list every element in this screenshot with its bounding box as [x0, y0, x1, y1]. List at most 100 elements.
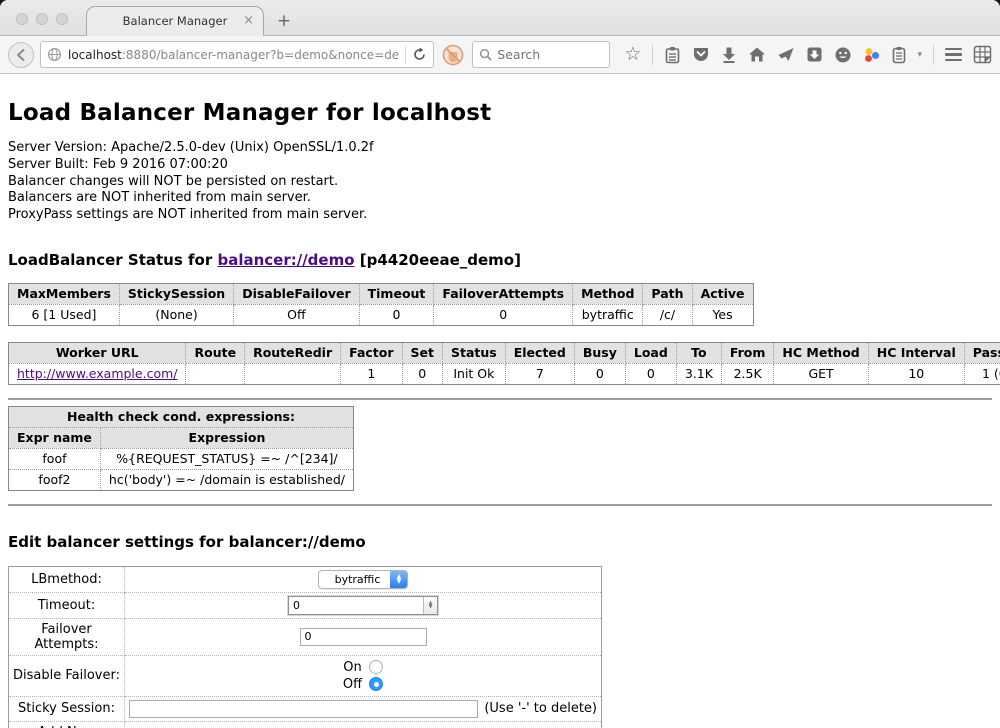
server-version-line: Server Version: Apache/2.5.0-dev (Unix) …: [8, 140, 992, 157]
back-button[interactable]: [8, 42, 34, 68]
sticky-session-input[interactable]: [129, 700, 478, 718]
cell-hc-method: GET: [774, 363, 868, 384]
grid-addon-icon[interactable]: [973, 45, 992, 64]
toolbar-divider: [652, 45, 653, 65]
bookmark-star-icon[interactable]: ☆: [624, 45, 641, 64]
minimize-window-button[interactable]: [36, 13, 48, 25]
form-row-lbmethod: LBmethod: bytraffic ▲▼: [9, 566, 602, 592]
search-input[interactable]: [497, 47, 597, 62]
cell-status: Init Ok: [443, 363, 506, 384]
table-row: foof2 hc('body') =~ /domain is establish…: [9, 469, 354, 490]
col-timeout: Timeout: [359, 283, 434, 304]
close-window-button[interactable]: [16, 13, 28, 25]
cell-method: bytraffic: [573, 304, 643, 325]
cell-route: [186, 363, 245, 384]
health-table-title: Health check cond. expressions:: [9, 406, 354, 427]
reading-list-icon[interactable]: [664, 46, 681, 64]
timeout-input[interactable]: [289, 597, 423, 614]
server-built-line: Server Built: Feb 9 2016 07:00:20: [8, 157, 992, 174]
cell-expression: hc('body') =~ /domain is established/: [100, 469, 353, 490]
cell-elected: 7: [505, 363, 574, 384]
send-icon[interactable]: [777, 46, 795, 63]
cell-disablefailover: Off: [234, 304, 359, 325]
col-path: Path: [643, 283, 692, 304]
section-divider: [8, 504, 992, 506]
window-controls: [16, 13, 68, 25]
failover-attempts-input[interactable]: [300, 628, 427, 646]
health-check-table: Health check cond. expressions: Expr nam…: [8, 406, 354, 491]
overflow-caret-icon[interactable]: ▾: [917, 50, 922, 60]
lbmethod-select[interactable]: bytraffic ▲▼: [318, 570, 409, 589]
cell-to: 3.1K: [676, 363, 721, 384]
back-arrow-icon: [14, 48, 28, 62]
new-tab-button[interactable]: +: [272, 11, 296, 31]
globe-icon[interactable]: [47, 47, 62, 62]
cell-passes: 1 (0): [964, 363, 1000, 384]
table-row: foof %{REQUEST_STATUS} =~ /^[234]/: [9, 448, 354, 469]
zoom-window-button[interactable]: [56, 13, 68, 25]
cell-routeredir: [245, 363, 341, 384]
tab-balancer-manager[interactable]: Balancer Manager ×: [86, 6, 264, 36]
menu-icon[interactable]: [945, 48, 962, 62]
cell-stickysession: (None): [119, 304, 233, 325]
home-icon[interactable]: [748, 46, 766, 63]
col-status: Status: [443, 342, 506, 363]
worker-url-link[interactable]: http://www.example.com/: [17, 366, 177, 381]
status-heading-prefix: LoadBalancer Status for: [8, 251, 217, 269]
list-addon-icon[interactable]: [892, 46, 906, 64]
status-heading-suffix: [p4420eeae_demo]: [355, 251, 521, 269]
navigation-toolbar: localhost :8880/balancer-manager?b=demo&…: [0, 36, 1000, 74]
search-icon[interactable]: [479, 48, 492, 61]
adblock-disabled-icon[interactable]: [442, 44, 464, 66]
form-row-sticky: Sticky Session: (Use '-' to delete): [9, 696, 602, 721]
col-hc-method: HC Method: [774, 342, 868, 363]
add-worker-label: Add New Worker:: [9, 721, 125, 728]
balancer-demo-link[interactable]: balancer://demo: [217, 251, 354, 269]
url-domain: localhost: [68, 48, 122, 62]
url-bar[interactable]: localhost :8880/balancer-manager?b=demo&…: [40, 41, 434, 68]
balancer-settings-form: LBmethod: bytraffic ▲▼ Timeout: ▲▼: [8, 566, 602, 728]
failover-off-radio[interactable]: [369, 677, 383, 691]
proxypass-note-line: ProxyPass settings are NOT inherited fro…: [8, 207, 992, 224]
form-row-add-worker: Add New Worker: Are you sure?: [9, 721, 602, 728]
cell-set: 0: [402, 363, 442, 384]
col-worker-url: Worker URL: [9, 342, 186, 363]
table-title-row: Health check cond. expressions:: [9, 406, 354, 427]
tab-close-icon[interactable]: ×: [243, 13, 254, 28]
col-routeredir: RouteRedir: [245, 342, 341, 363]
inherit-note-line: Balancers are NOT inherited from main se…: [8, 190, 992, 207]
sticky-label: Sticky Session:: [9, 696, 125, 721]
cell-expression: %{REQUEST_STATUS} =~ /^[234]/: [100, 448, 353, 469]
col-maxmembers: MaxMembers: [9, 283, 120, 304]
pocket-icon[interactable]: [692, 46, 710, 63]
col-method: Method: [573, 283, 643, 304]
col-active: Active: [692, 283, 753, 304]
col-busy: Busy: [574, 342, 625, 363]
form-row-disable-failover: Disable Failover: On Off: [9, 655, 602, 696]
save-to-device-icon[interactable]: [806, 46, 823, 63]
col-hc-interval: HC Interval: [868, 342, 964, 363]
addon-colored-dots-icon[interactable]: [863, 46, 881, 64]
loadbalancer-status-heading: LoadBalancer Status for balancer://demo …: [8, 251, 992, 269]
table-row: 6 [1 Used] (None) Off 0 0 bytraffic /c/ …: [9, 304, 754, 325]
col-expr-name: Expr name: [9, 427, 101, 448]
disable-failover-label: Disable Failover:: [9, 655, 125, 696]
page-title: Load Balancer Manager for localhost: [8, 100, 992, 126]
failover-on-radio[interactable]: [369, 660, 383, 674]
edit-settings-heading: Edit balancer settings for balancer://de…: [8, 533, 992, 551]
browser-window: Balancer Manager × + localhost :8880/bal…: [0, 0, 1000, 728]
reload-icon[interactable]: [412, 47, 427, 62]
select-stepper-icon: ▲▼: [390, 571, 407, 588]
number-spinner-icon[interactable]: ▲▼: [423, 597, 437, 614]
cell-active: Yes: [692, 304, 753, 325]
tab-title: Balancer Manager: [123, 14, 228, 28]
search-bar[interactable]: [472, 41, 610, 68]
tab-bar: Balancer Manager × +: [0, 0, 1000, 36]
feedback-smiley-icon[interactable]: [834, 46, 852, 64]
cell-expr-name: foof: [9, 448, 101, 469]
downloads-icon[interactable]: [721, 46, 737, 63]
col-stickysession: StickySession: [119, 283, 233, 304]
sticky-delete-note: (Use '-' to delete): [484, 701, 597, 716]
col-set: Set: [402, 342, 442, 363]
table-header-row: MaxMembers StickySession DisableFailover…: [9, 283, 754, 304]
